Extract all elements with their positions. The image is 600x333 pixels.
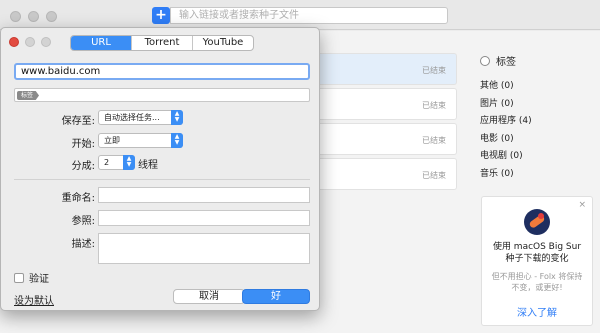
chevron-updown-icon: ▲ ▼ — [171, 110, 183, 125]
set-default-link[interactable]: 设为默认 — [14, 292, 54, 307]
category-applications[interactable]: 应用程序 (4) — [480, 113, 590, 131]
rename-label: 重命名: — [61, 193, 95, 204]
learn-more-link[interactable]: 深入了解 — [482, 304, 592, 319]
tag-chip[interactable]: 标签 — [17, 91, 40, 100]
main-window-controls — [10, 11, 57, 22]
divider — [14, 179, 310, 180]
category-movies[interactable]: 电影 (0) — [480, 131, 590, 149]
promo-title: 使用 macOS Big Sur 种子下载的变化 — [492, 242, 582, 264]
download-status: 已结束 — [422, 101, 446, 110]
download-status: 已结束 — [422, 136, 446, 145]
download-item[interactable]: 已结束 — [310, 158, 457, 190]
split-stepper[interactable]: 2 ▲ ▼ — [98, 155, 135, 170]
folx-app-icon — [524, 209, 550, 235]
category-music[interactable]: 音乐 (0) — [480, 166, 590, 184]
referer-input[interactable] — [98, 210, 310, 226]
start-label: 开始: — [71, 139, 95, 150]
tag-category-panel: 标签 其他 (0) 图片 (0) 应用程序 (4) 电影 (0) 电视剧 (0)… — [480, 53, 590, 183]
download-item[interactable]: 已结束 — [310, 53, 457, 85]
referer-label: 参照: — [71, 216, 95, 227]
description-label: 描述: — [71, 239, 95, 250]
category-images[interactable]: 图片 (0) — [480, 96, 590, 114]
tag-radio-icon[interactable] — [480, 55, 490, 66]
new-download-dialog: URL Torrent YouTube www.baidu.com 标签 保存至… — [0, 27, 320, 311]
checkbox-icon[interactable] — [14, 272, 24, 283]
minimize-window-button[interactable] — [28, 11, 39, 22]
download-status: 已结束 — [422, 171, 446, 180]
verify-label: 验证 — [29, 274, 49, 285]
tab-youtube[interactable]: YouTube — [193, 36, 253, 50]
download-status: 已结束 — [422, 66, 446, 75]
tag-input[interactable]: 标签 — [14, 88, 310, 102]
save-to-select[interactable]: 自动选择任务... ▲ ▼ — [98, 110, 183, 125]
close-icon[interactable]: × — [578, 200, 586, 210]
main-titlebar: + 输入链接或者搜索种子文件 — [0, 0, 600, 30]
tab-torrent[interactable]: Torrent — [132, 36, 193, 50]
save-to-value: 自动选择任务... — [104, 113, 160, 122]
split-value: 2 — [104, 158, 110, 167]
dialog-window-controls — [9, 37, 51, 47]
promo-card: × 使用 macOS Big Sur 种子下载的变化 但不用担心 - Folx … — [481, 196, 593, 326]
category-tv-shows[interactable]: 电视剧 (0) — [480, 148, 590, 166]
zoom-window-button[interactable] — [46, 11, 57, 22]
url-input[interactable]: www.baidu.com — [14, 63, 310, 80]
search-input[interactable]: 输入链接或者搜索种子文件 — [170, 7, 448, 24]
rename-input[interactable] — [98, 187, 310, 203]
dialog-close-button[interactable] — [9, 37, 19, 47]
close-window-button[interactable] — [10, 11, 21, 22]
tag-header[interactable]: 标签 — [480, 53, 590, 68]
category-other[interactable]: 其他 (0) — [480, 78, 590, 96]
promo-subtitle: 但不用担心 - Folx 将保持不变，或更好! — [491, 272, 583, 292]
start-select[interactable]: 立即 ▲ ▼ — [98, 133, 183, 148]
cancel-button[interactable]: 取消 — [173, 289, 245, 304]
source-tabs: URL Torrent YouTube — [70, 35, 254, 51]
save-to-label: 保存至: — [61, 116, 95, 127]
download-item[interactable]: 已结束 — [310, 88, 457, 120]
chevron-updown-icon[interactable]: ▲ ▼ — [123, 155, 135, 170]
tag-header-label: 标签 — [496, 57, 516, 68]
add-download-button[interactable]: + — [152, 7, 170, 24]
split-label: 分成: — [71, 161, 95, 172]
split-unit: 线程 — [138, 160, 158, 171]
download-item[interactable]: 已结束 — [310, 123, 457, 155]
dialog-zoom-button[interactable] — [41, 37, 51, 47]
chevron-updown-icon: ▲ ▼ — [171, 133, 183, 148]
tab-url[interactable]: URL — [71, 36, 132, 50]
verify-checkbox[interactable]: 验证 — [14, 270, 49, 285]
description-input[interactable] — [98, 233, 310, 264]
start-value: 立即 — [104, 136, 120, 145]
ok-button[interactable]: 好 — [242, 289, 310, 304]
dialog-minimize-button[interactable] — [25, 37, 35, 47]
